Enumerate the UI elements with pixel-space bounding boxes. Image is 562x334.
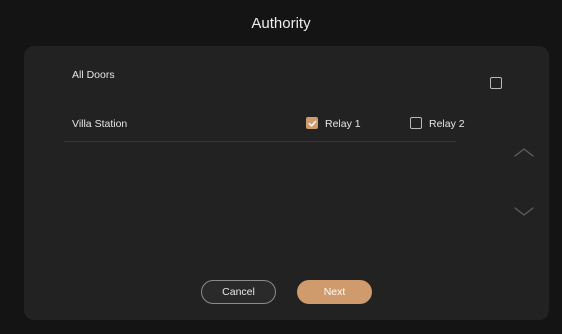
relay-2-label: Relay 2 [429,118,465,130]
row-divider [64,141,456,142]
page-title: Authority [251,14,311,32]
chevron-up-icon[interactable] [513,146,535,158]
authority-screen: Authority All Doors Villa Station Relay … [0,0,562,334]
all-doors-checkbox[interactable] [490,77,502,89]
villa-station-label: Villa Station [72,118,128,130]
relay-1-label: Relay 1 [325,118,361,130]
authority-panel: All Doors Villa Station Relay 1 Relay 2 … [24,46,549,320]
relay-2-checkbox[interactable] [410,117,422,129]
checkmark-icon [308,120,316,127]
all-doors-label: All Doors [72,69,115,81]
chevron-down-icon[interactable] [513,206,535,218]
relay-1-checkbox[interactable] [306,117,318,129]
cancel-button[interactable]: Cancel [201,280,276,304]
next-button[interactable]: Next [297,280,372,304]
